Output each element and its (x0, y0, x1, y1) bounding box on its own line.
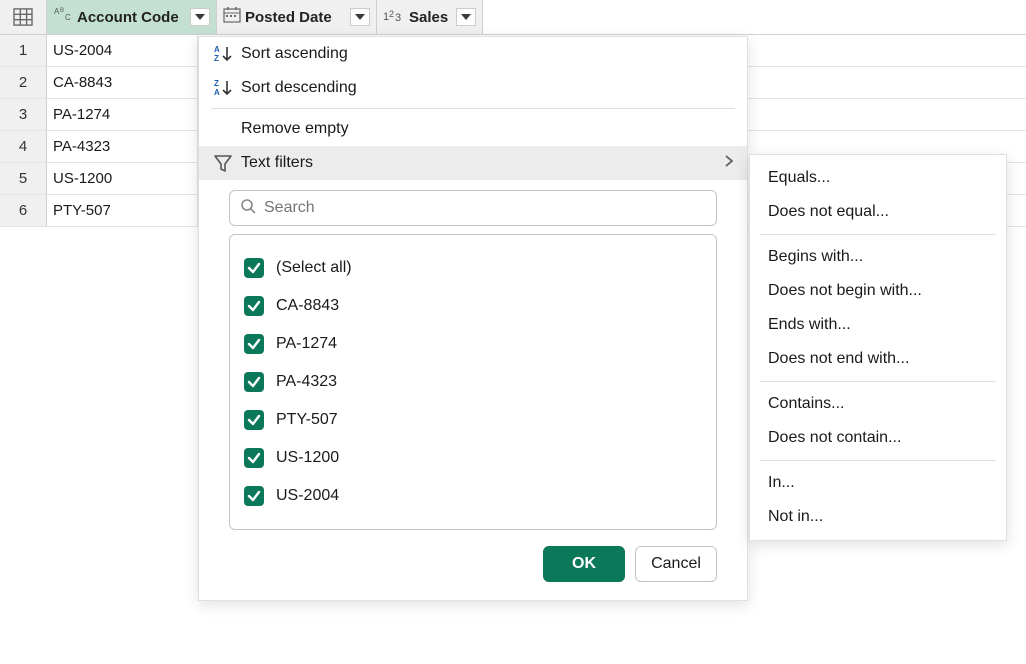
svg-text:Z: Z (214, 79, 219, 88)
checkbox-checked[interactable] (244, 296, 264, 316)
menu-separator (760, 234, 996, 235)
column-label: Account Code (77, 9, 186, 26)
filter-value-label: PA-4323 (276, 373, 337, 391)
cell-account-code[interactable]: PA-1274 (47, 99, 198, 130)
menu-item-label: Sort ascending (241, 45, 735, 63)
filter-search-input[interactable] (264, 199, 706, 217)
filter-value-row[interactable]: CA-8843 (244, 287, 702, 325)
submenu-item[interactable]: Not in... (750, 500, 1006, 534)
row-number-cell[interactable]: 4 (0, 131, 47, 162)
menu-item-sort-descending[interactable]: ZA Sort descending (199, 71, 747, 105)
column-header-account-code[interactable]: ABC Account Code (47, 0, 217, 34)
number-type-icon: 123 (383, 7, 405, 27)
checkbox-checked[interactable] (244, 334, 264, 354)
chevron-right-icon (723, 154, 735, 172)
submenu-item[interactable]: Does not contain... (750, 421, 1006, 455)
checkbox-checked[interactable] (244, 486, 264, 506)
column-filter-dropdown-button[interactable] (190, 8, 210, 26)
chevron-down-icon (461, 14, 471, 20)
ok-button[interactable]: OK (543, 546, 625, 582)
text-type-icon: ABC (53, 6, 73, 28)
column-label: Posted Date (245, 9, 346, 26)
chevron-down-icon (195, 14, 205, 20)
row-number-cell[interactable]: 1 (0, 35, 47, 66)
submenu-item[interactable]: Ends with... (750, 308, 1006, 342)
button-label: OK (572, 555, 596, 573)
chevron-down-icon (355, 14, 365, 20)
filter-value-label: PA-1274 (276, 335, 337, 353)
cell-account-code[interactable]: CA-8843 (47, 67, 198, 98)
submenu-item[interactable]: Contains... (750, 387, 1006, 421)
filter-value-label: (Select all) (276, 259, 352, 277)
filter-value-row[interactable]: (Select all) (244, 249, 702, 287)
submenu-item[interactable]: Begins with... (750, 240, 1006, 274)
menu-item-label: Sort descending (241, 79, 735, 97)
filter-buttons: OK Cancel (199, 530, 747, 582)
cell-account-code[interactable]: PA-4323 (47, 131, 198, 162)
cell-account-code[interactable]: US-1200 (47, 163, 198, 194)
checkbox-checked[interactable] (244, 448, 264, 468)
menu-separator (211, 108, 735, 109)
svg-text:A: A (214, 45, 220, 54)
filter-icon (211, 153, 235, 173)
svg-text:B: B (60, 8, 64, 14)
filter-value-label: CA-8843 (276, 297, 339, 315)
table-header: ABC Account Code Posted Date 123 Sales (0, 0, 1026, 35)
row-number-cell[interactable]: 2 (0, 67, 47, 98)
menu-item-label: Text filters (241, 154, 723, 172)
submenu-item[interactable]: Does not begin with... (750, 274, 1006, 308)
checkbox-checked[interactable] (244, 258, 264, 278)
filter-dropdown-panel: AZ Sort ascending ZA Sort descending Rem… (198, 36, 748, 601)
filter-value-label: US-1200 (276, 449, 339, 467)
submenu-item[interactable]: Does not end with... (750, 342, 1006, 376)
filter-value-row[interactable]: US-2004 (244, 477, 702, 515)
checkbox-checked[interactable] (244, 372, 264, 392)
table-corner-cell[interactable] (0, 0, 47, 34)
button-label: Cancel (651, 555, 701, 573)
cancel-button[interactable]: Cancel (635, 546, 717, 582)
text-filters-submenu: Equals...Does not equal... Begins with...… (749, 154, 1007, 541)
filter-value-row[interactable]: PA-1274 (244, 325, 702, 363)
column-header-posted-date[interactable]: Posted Date (217, 0, 377, 34)
menu-item-remove-empty[interactable]: Remove empty (199, 112, 747, 146)
sort-ascending-icon: AZ (211, 44, 235, 64)
search-icon (240, 198, 256, 218)
column-header-sales[interactable]: 123 Sales (377, 0, 483, 34)
filter-value-row[interactable]: PTY-507 (244, 401, 702, 439)
svg-text:A: A (214, 88, 220, 97)
row-number-cell[interactable]: 5 (0, 163, 47, 194)
cell-account-code[interactable]: US-2004 (47, 35, 198, 66)
filter-search-box[interactable] (229, 190, 717, 226)
table-icon (13, 8, 33, 26)
menu-item-sort-ascending[interactable]: AZ Sort ascending (199, 37, 747, 71)
submenu-item[interactable]: In... (750, 466, 1006, 500)
row-number-cell[interactable]: 6 (0, 195, 47, 226)
checkbox-checked[interactable] (244, 410, 264, 430)
filter-value-row[interactable]: US-1200 (244, 439, 702, 477)
cell-account-code[interactable]: PTY-507 (47, 195, 198, 226)
date-type-icon (223, 7, 241, 27)
svg-text:Z: Z (214, 54, 219, 63)
filter-value-row[interactable]: PA-4323 (244, 363, 702, 401)
submenu-item[interactable]: Does not equal... (750, 195, 1006, 229)
filter-value-label: US-2004 (276, 487, 339, 505)
menu-item-text-filters[interactable]: Text filters (199, 146, 747, 180)
column-filter-dropdown-button[interactable] (350, 8, 370, 26)
svg-text:2: 2 (389, 9, 394, 19)
submenu-item[interactable]: Equals... (750, 161, 1006, 195)
column-filter-dropdown-button[interactable] (456, 8, 476, 26)
menu-separator (760, 381, 996, 382)
row-number-cell[interactable]: 3 (0, 99, 47, 130)
svg-text:3: 3 (395, 12, 401, 23)
sort-descending-icon: ZA (211, 78, 235, 98)
svg-text:C: C (65, 13, 71, 22)
filter-values-list: (Select all) CA-8843 PA-1274 PA-4323 PTY-507… (229, 234, 717, 530)
column-label: Sales (409, 9, 452, 26)
menu-separator (760, 460, 996, 461)
menu-item-label: Remove empty (241, 120, 735, 138)
filter-value-label: PTY-507 (276, 411, 338, 429)
